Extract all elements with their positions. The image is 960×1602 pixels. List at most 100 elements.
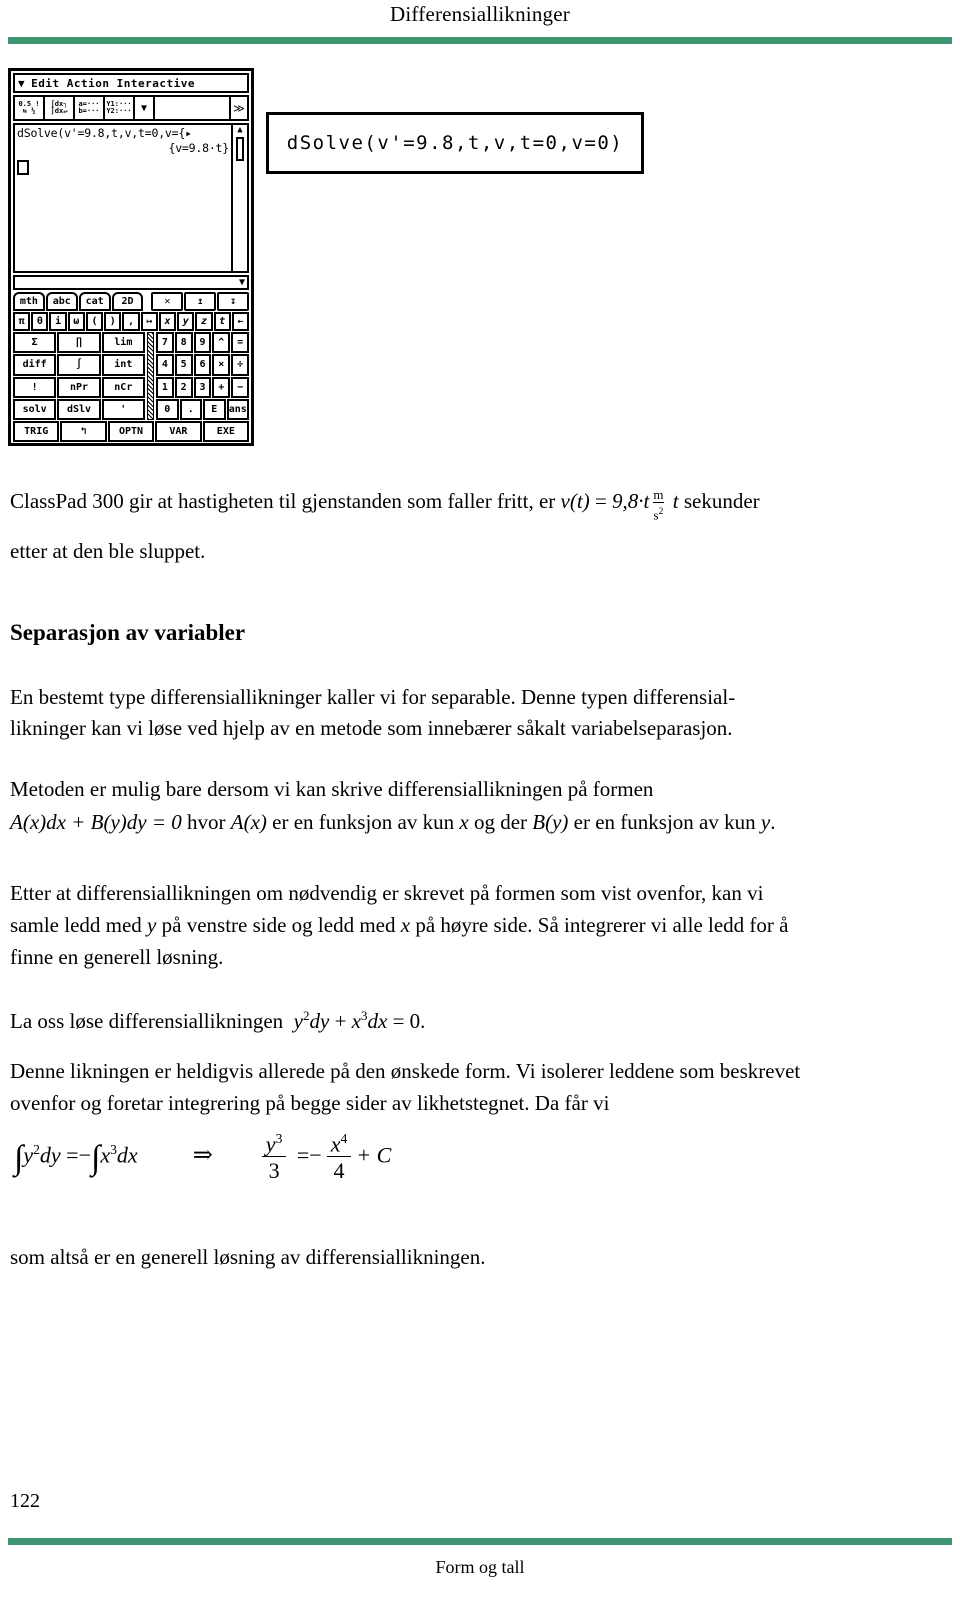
key-plus[interactable]: + — [212, 376, 231, 398]
key-prime[interactable]: ' — [101, 398, 145, 420]
keyboard-tab-cat[interactable]: cat — [78, 292, 111, 311]
key-var[interactable]: VAR — [155, 421, 202, 442]
key-t[interactable]: t — [213, 312, 231, 331]
shift-up-icon[interactable]: ↥ — [184, 292, 217, 311]
key-diff[interactable]: diff — [13, 354, 57, 376]
fraction-y-cubed-over-three: y3 3 — [261, 1131, 287, 1183]
graph-function-icon[interactable]: Y1:··· Y2:··· — [105, 97, 135, 119]
decimal-fraction-toggle-icon[interactable]: 0.5 ! ⇆ ½ — [15, 97, 45, 119]
key-exe[interactable]: EXE — [202, 421, 250, 442]
key-power[interactable]: ^ — [212, 332, 231, 354]
key-theta[interactable]: θ — [31, 312, 49, 331]
para5-period: . — [420, 1009, 426, 1033]
key-minus[interactable]: − — [231, 376, 249, 398]
variable-assign-icon[interactable]: a=··· b=··· — [75, 97, 105, 119]
key-undo[interactable]: ↰ — [60, 421, 107, 442]
backspace-icon[interactable]: ← — [231, 312, 250, 331]
scrollbar-thumb[interactable] — [236, 137, 244, 161]
para3-line1: Metoden er mulig bare dersom vi kan skri… — [10, 777, 654, 801]
key-4[interactable]: 4 — [156, 354, 174, 376]
keyboard-func-row-2[interactable]: diff ∫ int — [13, 354, 145, 376]
key-int[interactable]: int — [101, 354, 145, 376]
keyboard-function-keys[interactable]: Σ ∏ lim diff ∫ int ! nPr nCr solv dSlv ' — [13, 332, 145, 420]
key-divide[interactable]: ÷ — [231, 354, 249, 376]
key-dslv[interactable]: dSlv — [57, 398, 101, 420]
header-rule — [8, 37, 952, 44]
key-omega[interactable]: ω — [67, 312, 85, 331]
keyboard-num-row-4[interactable]: 0 . E ans — [156, 398, 249, 420]
key-factorial[interactable]: ! — [13, 376, 57, 398]
key-7[interactable]: 7 — [156, 332, 174, 354]
calculator-scrollbar[interactable]: ▲ — [231, 125, 247, 271]
key-z[interactable]: z — [195, 312, 213, 331]
close-icon[interactable]: ✕ — [151, 292, 184, 311]
para4-line3: finne en generell løsning. — [10, 945, 224, 969]
scroll-down-icon[interactable]: ▼ — [239, 277, 245, 288]
key-solv[interactable]: solv — [13, 398, 57, 420]
key-sigma[interactable]: Σ — [13, 332, 57, 354]
keyboard-bottom-row[interactable]: TRIG ↰ OPTN VAR EXE — [13, 421, 250, 442]
key-comma[interactable]: , — [122, 312, 140, 331]
result-plus-constant: + C — [356, 1142, 392, 1168]
key-lim[interactable]: lim — [101, 332, 145, 354]
keyboard-num-row-2[interactable]: 4 5 6 × ÷ — [156, 354, 249, 376]
shift-down-icon[interactable]: ↧ — [217, 292, 250, 311]
calculator-work-area[interactable]: dSolve(v'=9.8,t,v,t=0,v={▸ {v=9.8·t} ▲ — [13, 123, 249, 273]
key-3[interactable]: 3 — [193, 376, 212, 398]
function-a-of-x: A(x) — [230, 810, 267, 834]
para1-formula-lhs: v(t) — [560, 489, 590, 513]
toolbar-expand-icon[interactable]: ≫ — [231, 97, 247, 119]
key-6[interactable]: 6 — [193, 354, 212, 376]
key-0[interactable]: 0 — [156, 398, 179, 420]
key-multiply[interactable]: × — [212, 354, 231, 376]
key-ncr[interactable]: nCr — [101, 376, 145, 398]
chevron-down-icon[interactable]: ▼ — [135, 97, 155, 119]
keyboard-num-row-3[interactable]: 1 2 3 + − — [156, 376, 249, 398]
key-8[interactable]: 8 — [174, 332, 193, 354]
integral-template-icon[interactable]: ∫dx┐ ∫dx↵ — [45, 97, 75, 119]
key-npr[interactable]: nPr — [57, 376, 101, 398]
keyboard-main-grid[interactable]: Σ ∏ lim diff ∫ int ! nPr nCr solv dSlv ' — [13, 332, 249, 420]
key-9[interactable]: 9 — [193, 332, 212, 354]
key-pi[interactable]: π — [13, 312, 31, 331]
keyboard-func-row-4[interactable]: solv dSlv ' — [13, 398, 145, 420]
key-2[interactable]: 2 — [174, 376, 193, 398]
eq-plus: + — [334, 1009, 347, 1033]
key-5[interactable]: 5 — [174, 354, 193, 376]
para2-line2: likninger kan vi løse ved hjelp av en me… — [10, 716, 733, 740]
key-decimal[interactable]: . — [179, 398, 202, 420]
key-product[interactable]: ∏ — [57, 332, 101, 354]
key-optn[interactable]: OPTN — [107, 421, 155, 442]
calculator-scroll-down-bar[interactable]: ▼ — [13, 275, 249, 290]
scroll-up-icon[interactable]: ▲ — [237, 125, 242, 136]
key-1[interactable]: 1 — [156, 376, 174, 398]
para1-formula-rhs: 9,8·t — [612, 489, 650, 513]
key-imaginary[interactable]: i — [49, 312, 67, 331]
key-paren-open[interactable]: ( — [85, 312, 104, 331]
key-integral[interactable]: ∫ — [57, 354, 101, 376]
key-paren-close[interactable]: ) — [104, 312, 122, 331]
classpad-logo-icon: ▼ — [18, 76, 26, 90]
key-trig[interactable]: TRIG — [13, 421, 60, 442]
para4-line2c: på høyre side. Så integrerer vi alle led… — [415, 913, 789, 937]
keyboard-symbol-row[interactable]: π θ i ω ( ) , ↦ x y z t ← — [13, 312, 250, 331]
integral-left-dy: dy — [39, 1142, 61, 1168]
keyboard-num-row-1[interactable]: 7 8 9 ^ = — [156, 332, 249, 354]
toolbar-blank-field[interactable] — [155, 97, 231, 119]
key-x[interactable]: x — [158, 312, 177, 331]
key-equals[interactable]: = — [231, 332, 249, 354]
key-ans[interactable]: ans — [226, 398, 249, 420]
keyboard-tab-mth[interactable]: mth — [13, 292, 45, 311]
para4-var-x: x — [400, 913, 411, 937]
keyboard-numeric-keys[interactable]: 7 8 9 ^ = 4 5 6 × ÷ 1 2 3 + − 0 . E ans — [156, 332, 249, 420]
para1-text-a: ClassPad 300 gir at hastigheten til gjen… — [10, 489, 556, 513]
keyboard-tabs[interactable]: mth abc cat 2D ✕ ↥ ↧ — [13, 292, 250, 311]
key-store[interactable]: ↦ — [140, 312, 158, 331]
keyboard-func-row-1[interactable]: Σ ∏ lim — [13, 332, 145, 354]
key-y[interactable]: y — [177, 312, 195, 331]
keyboard-tab-abc[interactable]: abc — [45, 292, 78, 311]
key-exponent[interactable]: E — [203, 398, 226, 420]
keyboard-func-row-3[interactable]: ! nPr nCr — [13, 376, 145, 398]
integral-right-dx: dx — [116, 1142, 138, 1168]
keyboard-tab-2d[interactable]: 2D — [111, 292, 144, 311]
